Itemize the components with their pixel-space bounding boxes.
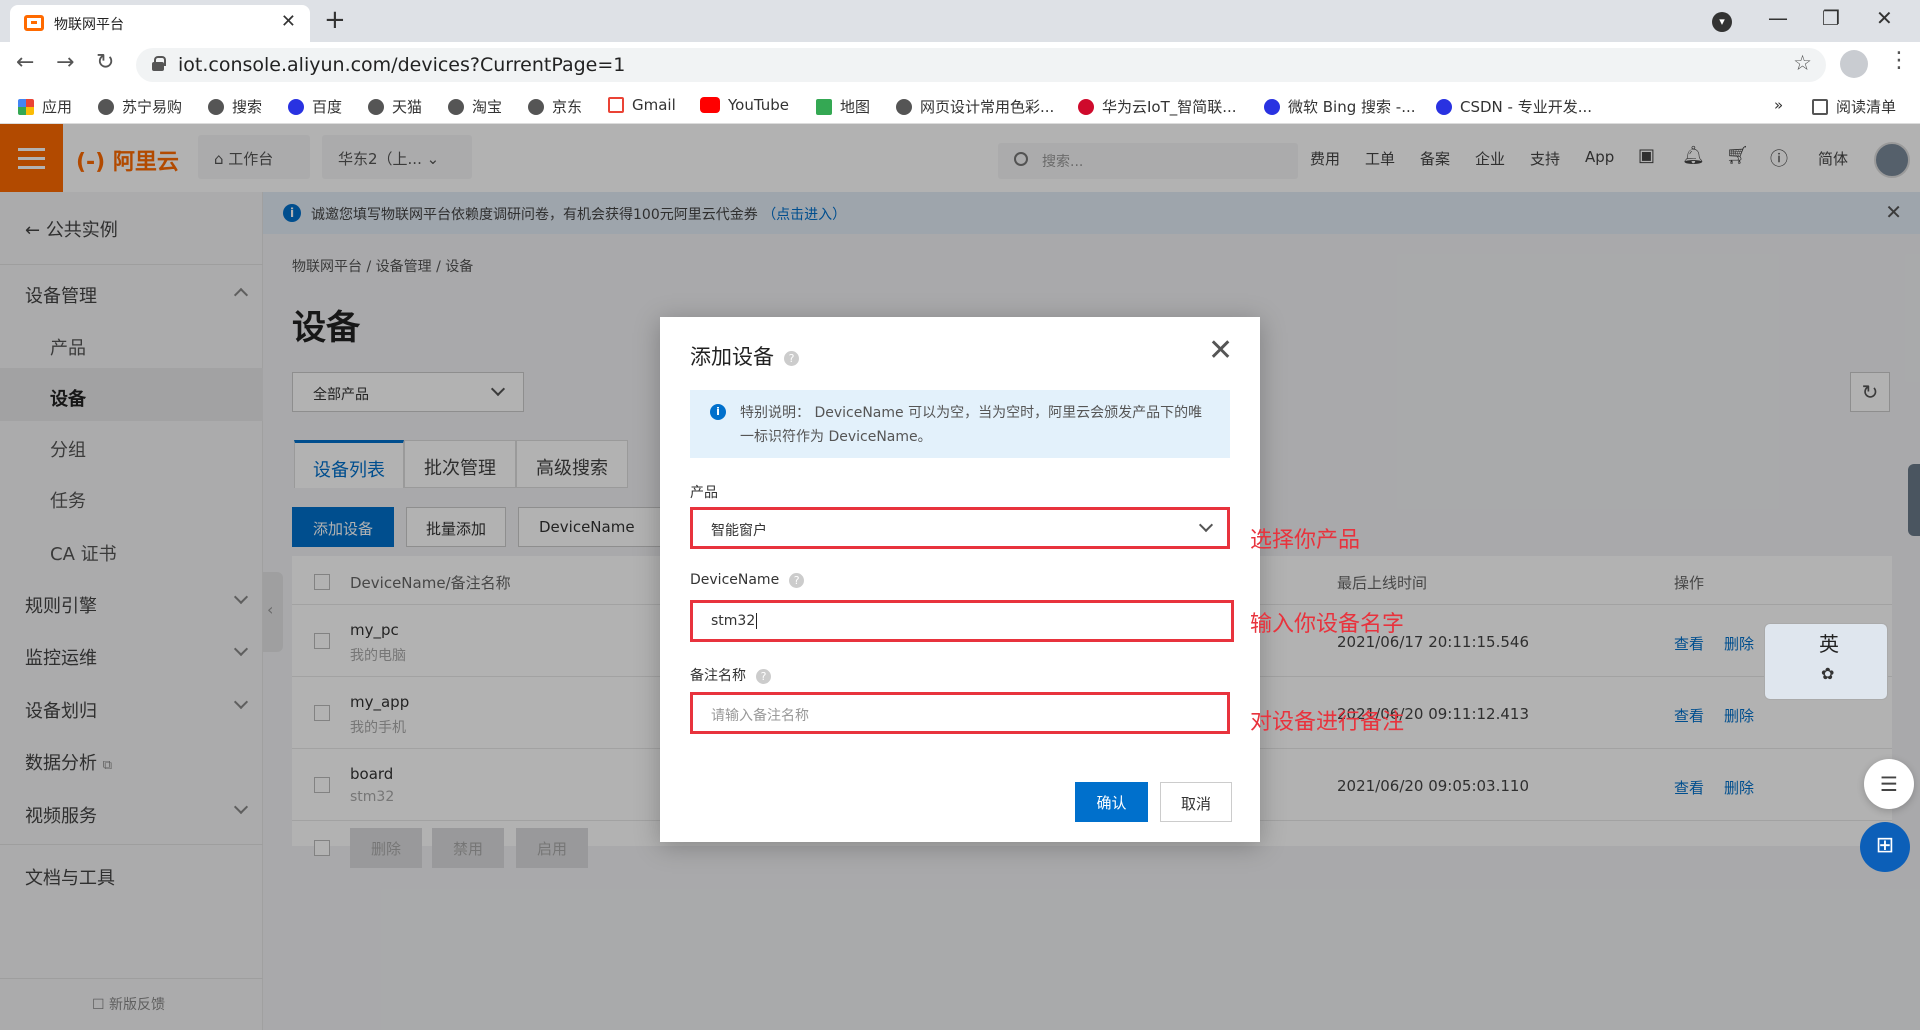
back-icon[interactable]: ← [16,50,34,75]
browser-tab[interactable]: 物联网平台 ✕ [10,5,310,42]
forward-icon[interactable]: → [56,50,74,75]
devicename-input[interactable]: stm32 [690,600,1234,642]
chevron-down-icon [1198,517,1214,533]
globe-icon [896,98,912,115]
remark-input[interactable]: 请输入备注名称 [690,692,1230,734]
huawei-icon [1078,98,1094,115]
reading-list-icon [1812,98,1828,115]
bookmark-item[interactable]: YouTube [700,96,789,114]
info-text: 特别说明： DeviceName 可以为空，当为空时，阿里云会颁发产品下的唯一标… [740,405,1203,445]
bookmark-item[interactable]: 搜索 [208,96,262,117]
bookmark-item[interactable]: 淘宝 [448,96,502,117]
globe-icon [448,98,464,115]
add-device-dialog: 添加设备? ✕ i 特别说明： DeviceName 可以为空，当为空时，阿里云… [660,317,1260,842]
butterfly-icon: ✿ [1821,664,1835,683]
browser-menu-icon[interactable]: ⋮ [1888,48,1910,73]
bookmarks-bar: 应用 苏宁易购 搜索 百度 天猫 淘宝 京东 Gmail YouTube 地图 … [0,88,1920,124]
gmail-icon [608,97,624,113]
chat-icon[interactable]: ☰ [1864,759,1914,809]
globe-icon [368,98,384,115]
browser-tab-strip: 物联网平台 ✕ + ▾ — ❐ ✕ [0,0,1920,42]
lock-icon [152,56,166,71]
annotation-select-product: 选择你产品 [1250,528,1361,553]
bookmark-item[interactable]: Gmail [608,96,676,114]
ime-mode-char: 英 [1819,632,1839,656]
reload-icon[interactable]: ↻ [96,50,114,75]
bookmark-item[interactable]: 天猫 [368,96,422,117]
apps-grid-icon[interactable]: ⊞ [1860,822,1910,872]
address-bar-row: ← → ↻ iot.console.aliyun.com/devices?Cur… [0,42,1920,88]
window-close-icon[interactable]: ✕ [1876,6,1893,30]
remark-label: 备注名称? [690,665,771,685]
help-icon[interactable]: ? [756,668,771,684]
info-box: i 特别说明： DeviceName 可以为空，当为空时，阿里云会颁发产品下的唯… [690,390,1230,458]
dialog-title: 添加设备? [690,341,799,371]
baidu-paw-icon [1436,98,1452,115]
product-label: 产品 [690,485,718,501]
help-icon[interactable]: ? [784,350,799,366]
tab-close-icon[interactable]: ✕ [281,11,296,32]
baidu-paw-icon [288,98,304,115]
globe-icon [98,98,114,115]
help-icon[interactable]: ? [789,572,805,588]
minimize-icon[interactable]: — [1768,6,1788,30]
product-select[interactable]: 智能窗户 [690,507,1230,549]
bookmark-item[interactable]: 华为云IoT_智简联... [1078,96,1237,117]
url-bar[interactable]: iot.console.aliyun.com/devices?CurrentPa… [136,48,1826,82]
cancel-button[interactable]: 取消 [1160,782,1232,822]
reading-list[interactable]: 阅读清单 [1812,96,1896,117]
devicename-label: DeviceName? [690,572,805,588]
baidu-paw-icon [1264,98,1280,115]
new-tab-icon[interactable]: + [324,5,346,35]
bookmark-item[interactable]: 网页设计常用色彩... [896,96,1054,117]
youtube-icon [700,97,720,113]
tab-search-icon[interactable]: ▾ [1712,12,1732,32]
bookmark-apps[interactable]: 应用 [18,96,72,117]
bookmark-star-icon[interactable]: ☆ [1793,51,1812,75]
profile-icon[interactable] [1840,50,1868,78]
aliyun-favicon-icon [24,15,44,31]
annotation-remark: 对设备进行备注 [1250,710,1405,735]
apps-grid-icon [18,98,34,115]
restore-icon[interactable]: ❐ [1822,6,1840,30]
ime-floating-widget[interactable]: 英 ✿ [1764,623,1888,700]
maps-icon [816,98,832,115]
url-text: iot.console.aliyun.com/devices?CurrentPa… [178,54,626,76]
globe-icon [208,98,224,115]
close-icon[interactable]: ✕ [1208,333,1233,368]
globe-icon [528,98,544,115]
bookmark-item[interactable]: 苏宁易购 [98,96,182,117]
info-icon: i [710,404,726,420]
bookmark-item[interactable]: 地图 [816,96,870,117]
tab-title: 物联网平台 [54,17,124,33]
annotation-enter-name: 输入你设备名字 [1250,612,1405,637]
bookmarks-overflow[interactable]: » [1774,96,1783,114]
bookmark-item[interactable]: 京东 [528,96,582,117]
bookmark-item[interactable]: 百度 [288,96,342,117]
confirm-button[interactable]: 确认 [1075,782,1148,822]
bookmark-item[interactable]: CSDN - 专业开发... [1436,96,1592,117]
bookmark-item[interactable]: 微软 Bing 搜索 -... [1264,96,1416,117]
